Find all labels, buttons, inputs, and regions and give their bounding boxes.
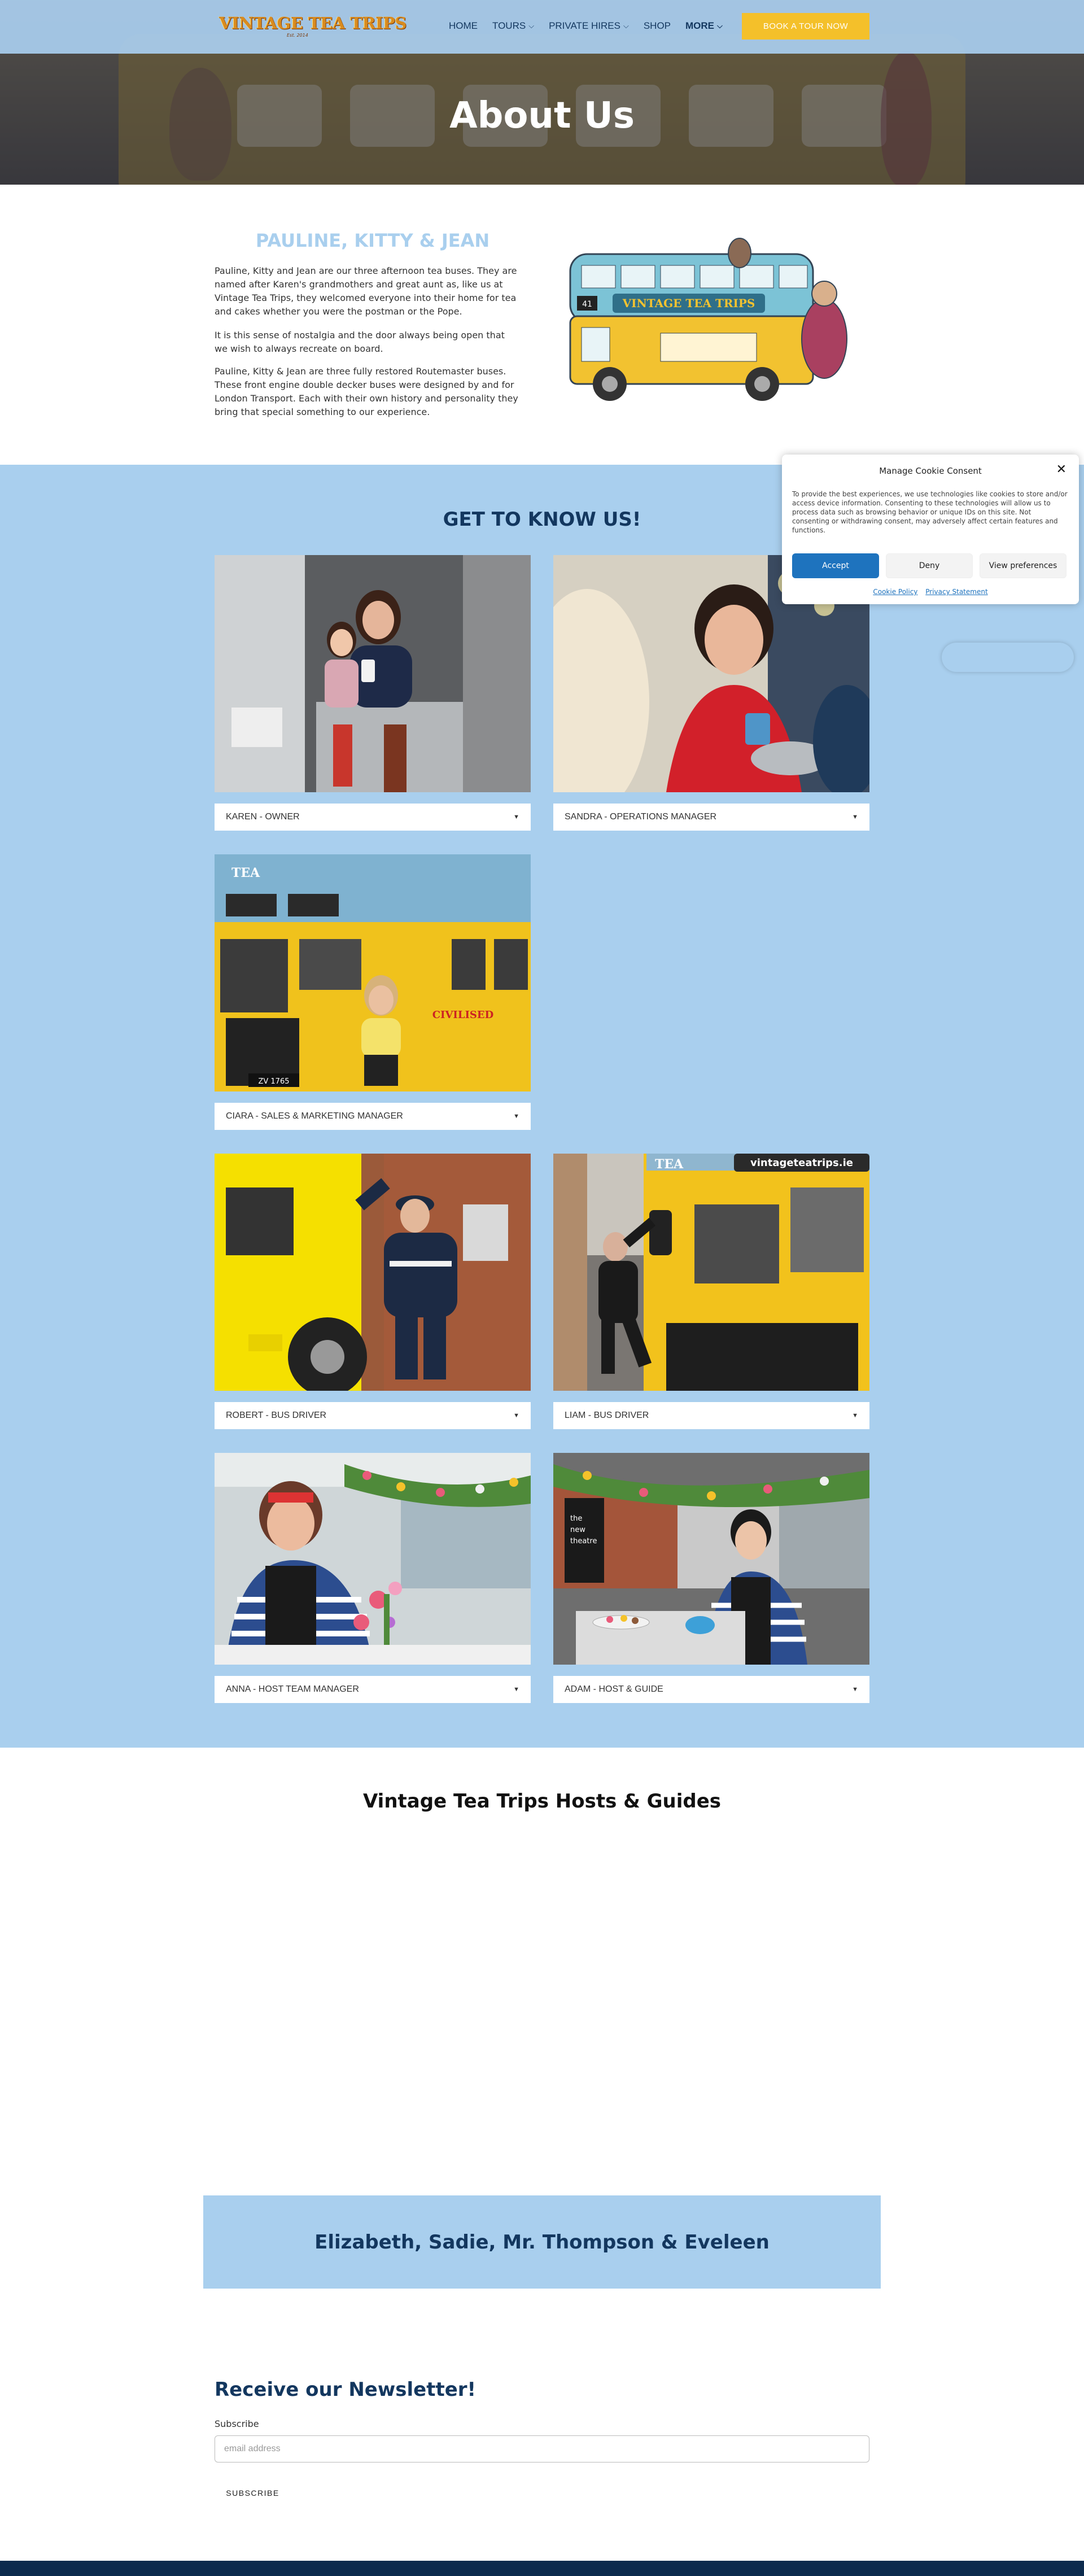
cookie-links: Cookie Policy Privacy Statement [782,588,1079,596]
subscribe-label: Subscribe [215,2418,259,2429]
accordion-sandra[interactable]: SANDRA - OPERATIONS MANAGER ▼ [553,804,869,831]
bus-route-number: 41 [582,300,592,309]
svg-text:new: new [570,1526,585,1534]
newsletter-title: Receive our Newsletter! [215,2378,477,2401]
cookie-deny-button[interactable]: Deny [886,553,973,578]
team-section [0,465,1084,1748]
caret-down-icon: ▼ [513,1412,519,1419]
team-photo-liam: vintageteatrips.ie TEA [553,1154,869,1391]
privacy-statement-link[interactable]: Privacy Statement [925,588,987,596]
svg-text:ZV 1765: ZV 1765 [258,1077,289,1086]
email-input[interactable]: email address [215,2435,869,2463]
page-title: About Us [449,95,635,137]
accordion-robert[interactable]: ROBERT - BUS DRIVER ▼ [215,1402,531,1429]
caret-down-icon: ▼ [852,1412,858,1419]
hosts-title: Vintage Tea Trips Hosts & Guides [362,1790,722,1813]
footer-bar [0,2561,1084,2576]
cookie-title: Manage Cookie Consent [879,466,982,476]
intro-paragraph: Pauline, Kitty and Jean are our three af… [215,265,517,317]
svg-text:the: the [570,1514,582,1523]
subscribe-button[interactable]: SUBSCRIBE [215,2482,291,2504]
cookie-accept-button[interactable]: Accept [792,553,879,578]
caret-down-icon: ▼ [513,814,519,820]
intro-title: PAULINE, KITTY & JEAN [255,230,490,251]
caret-down-icon: ▼ [852,1686,858,1693]
bus-illustration: VINTAGE TEA TRIPS 41 [569,238,847,401]
chevron-down-icon: ⌵ [528,21,535,30]
team-photo-karen [215,555,531,792]
cookie-preferences-button[interactable]: View preferences [980,553,1066,578]
accordion-adam[interactable]: ADAM - HOST & GUIDE ▼ [553,1676,869,1703]
hosts-box: Elizabeth, Sadie, Mr. Thompson & Eveleen [203,2195,881,2289]
nav-item-more[interactable]: MORE ⌵ [685,20,723,32]
nav-item-private-hires[interactable]: PRIVATE HIRES ⌵ [549,20,629,32]
cookie-body: To provide the best experiences, we use … [792,490,1068,534]
intro-paragraph: Pauline, Kitty & Jean are three fully re… [215,366,518,417]
svg-text:CIVILISED: CIVILISED [432,1009,494,1021]
svg-text:theatre: theatre [570,1537,597,1545]
intro-paragraph: It is this sense of nostalgia and the do… [215,330,505,354]
team-photo-adam: the new theatre [553,1453,869,1665]
nav-item-tours[interactable]: TOURS ⌵ [492,20,534,32]
svg-text:TEA: TEA [231,866,260,880]
cookie-policy-link[interactable]: Cookie Policy [873,588,917,596]
team-photo-anna [215,1453,531,1665]
site-header: VINTAGE TEA TRIPS Est. 2014 HOME TOURS ⌵ … [0,0,1084,54]
book-tour-button[interactable]: BOOK A TOUR NOW [742,13,869,40]
svg-text:TEA: TEA [655,1157,684,1172]
main-nav: HOME TOURS ⌵ PRIVATE HIRES ⌵ SHOP MORE ⌵ [449,20,737,32]
cookie-consent-dialog: Manage Cookie Consent ✕ To provide the b… [782,455,1079,604]
accordion-ciara[interactable]: CIARA - SALES & MARKETING MANAGER ▼ [215,1103,531,1130]
svg-text:vintageteatrips.ie: vintageteatrips.ie [750,1157,853,1169]
site-logo[interactable]: VINTAGE TEA TRIPS Est. 2014 [219,14,406,38]
cookie-settings-tab[interactable] [942,643,1074,672]
chevron-down-icon: ⌵ [717,21,723,30]
caret-down-icon: ▼ [513,1686,519,1693]
caret-down-icon: ▼ [852,814,858,820]
caret-down-icon: ▼ [513,1113,519,1120]
nav-item-home[interactable]: HOME [449,20,478,32]
close-icon[interactable]: ✕ [1056,462,1066,477]
hosts-box-title: Elizabeth, Sadie, Mr. Thompson & Eveleen [314,2230,770,2254]
team-photo-robert [215,1154,531,1391]
team-photo-ciara: ZV 1765 CIVILISED TEA [215,854,531,1091]
accordion-anna[interactable]: ANNA - HOST TEAM MANAGER ▼ [215,1676,531,1703]
nav-item-shop[interactable]: SHOP [644,20,671,32]
accordion-liam[interactable]: LIAM - BUS DRIVER ▼ [553,1402,869,1429]
bus-sign: VINTAGE TEA TRIPS [622,296,755,310]
accordion-karen[interactable]: KAREN - OWNER ▼ [215,804,531,831]
chevron-down-icon: ⌵ [623,21,629,30]
